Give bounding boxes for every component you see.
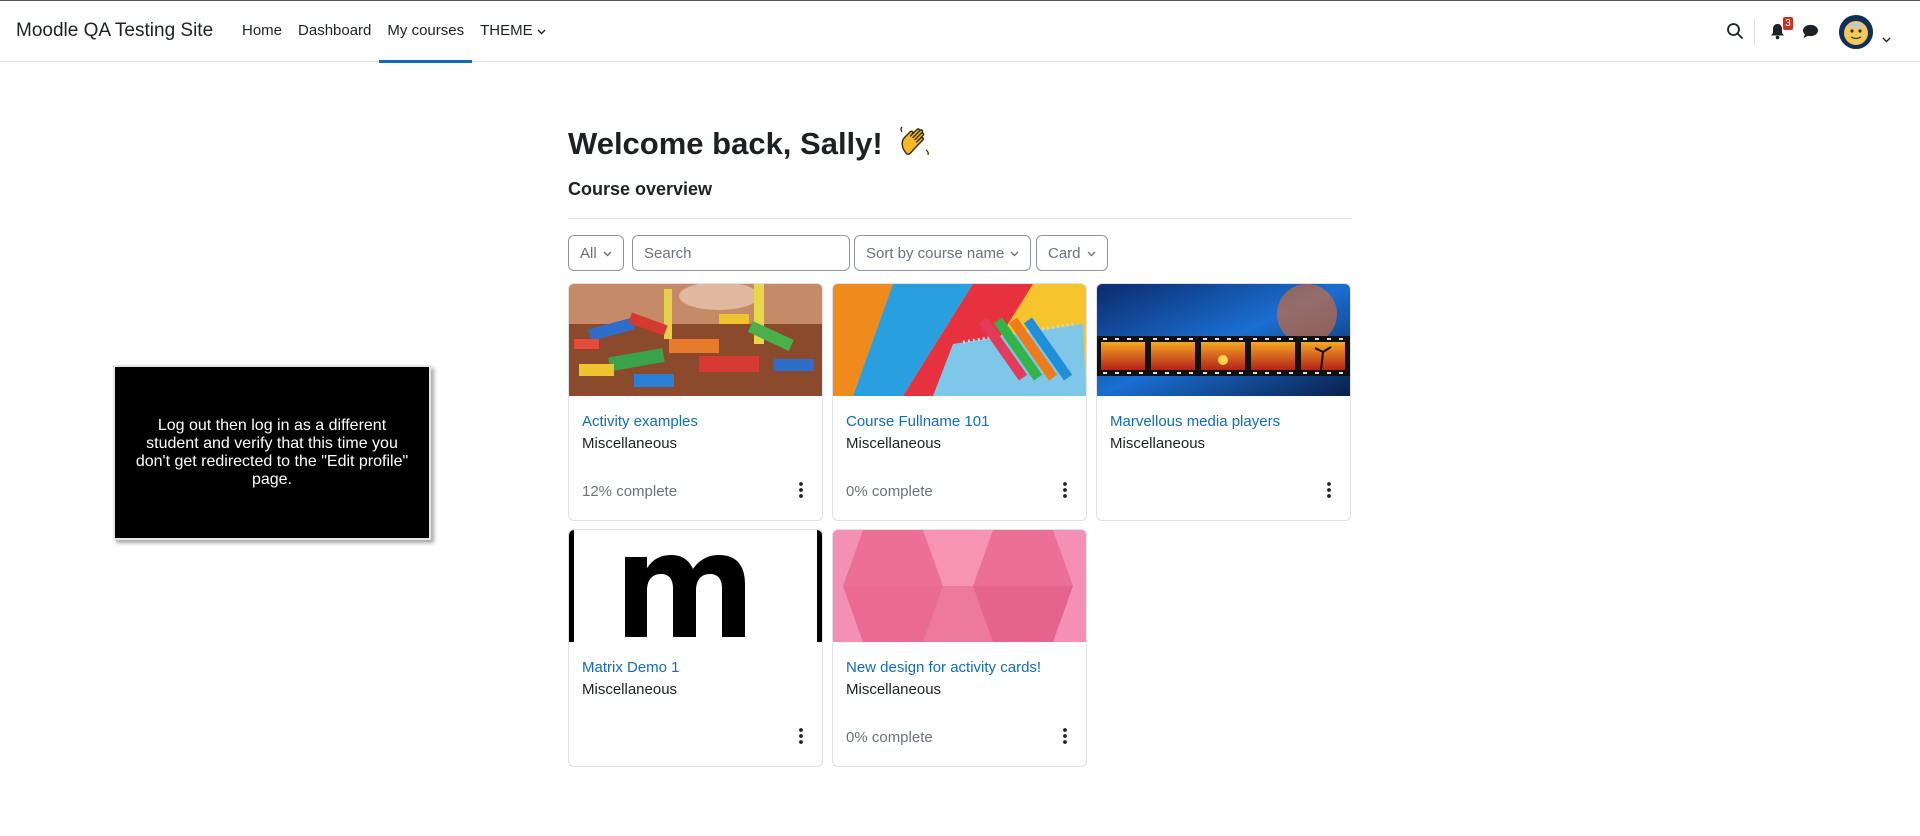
- view-label: Card: [1048, 245, 1081, 262]
- user-menu-chevron-down-icon[interactable]: [1882, 30, 1891, 48]
- course-progress: 0% complete: [846, 483, 933, 500]
- chevron-down-icon: [1010, 236, 1019, 270]
- nav-my-courses-label: My courses: [387, 22, 465, 39]
- course-search-input[interactable]: [632, 235, 850, 271]
- nav-my-courses[interactable]: My courses: [379, 1, 472, 63]
- course-name-link[interactable]: Activity examples: [582, 413, 698, 430]
- nav-home[interactable]: Home: [234, 1, 290, 62]
- chat-icon[interactable]: [1802, 24, 1819, 44]
- welcome-text: Welcome back, Sally!: [568, 126, 883, 161]
- nav-dashboard[interactable]: Dashboard: [290, 1, 379, 62]
- search-icon[interactable]: [1726, 22, 1744, 45]
- course-image-pink-geometric-pattern[interactable]: [833, 530, 1086, 642]
- site-name[interactable]: Moodle QA Testing Site: [16, 20, 213, 42]
- course-card: Activity examples Miscellaneous 12% comp…: [568, 283, 823, 521]
- course-category: Miscellaneous: [582, 435, 678, 452]
- view-dropdown[interactable]: Card: [1036, 235, 1108, 271]
- course-card: New design for activity cards! Miscellan…: [832, 529, 1087, 767]
- course-image-letter-m-logo[interactable]: [569, 530, 822, 642]
- nav-home-label: Home: [242, 22, 283, 39]
- nav-theme-dropdown[interactable]: THEME: [472, 1, 554, 62]
- course-progress: 0% complete: [846, 729, 933, 746]
- course-actions-kebab-icon[interactable]: [785, 720, 817, 752]
- chevron-down-icon: [537, 1, 546, 61]
- course-category: Miscellaneous: [846, 681, 942, 698]
- course-actions-kebab-icon[interactable]: [1049, 474, 1081, 506]
- grouping-dropdown[interactable]: All: [568, 235, 624, 271]
- course-card: Marvellous media players Miscellaneous: [1096, 283, 1351, 521]
- nav-theme-label: THEME: [480, 22, 533, 39]
- course-actions-kebab-icon[interactable]: [1313, 474, 1345, 506]
- test-instruction-overlay: Log out then log in as a different stude…: [113, 365, 431, 540]
- sort-dropdown[interactable]: Sort by course name: [854, 235, 1032, 271]
- nav-dashboard-label: Dashboard: [298, 22, 372, 39]
- avatar[interactable]: [1839, 15, 1873, 49]
- sort-label: Sort by course name: [866, 245, 1005, 262]
- section-divider: [568, 218, 1352, 219]
- course-name-link[interactable]: Marvellous media players: [1110, 413, 1280, 430]
- course-category: Miscellaneous: [1110, 435, 1206, 452]
- course-image-film-strip-sunsets[interactable]: [1097, 284, 1350, 396]
- course-name-link[interactable]: Course Fullname 101: [846, 413, 989, 430]
- top-navbar: Moodle QA Testing Site Home Dashboard My…: [0, 0, 1920, 63]
- chevron-down-icon: [1087, 236, 1096, 270]
- test-instruction-text: Log out then log in as a different stude…: [135, 416, 409, 488]
- course-card: Matrix Demo 1 Miscellaneous: [568, 529, 823, 767]
- waving-hand-icon: [897, 124, 933, 168]
- course-name-link[interactable]: Matrix Demo 1: [582, 659, 680, 676]
- grouping-label: All: [580, 245, 597, 262]
- course-actions-kebab-icon[interactable]: [785, 474, 817, 506]
- course-image-colored-paper-and-markers[interactable]: [833, 284, 1086, 396]
- primary-navigation: Home Dashboard My courses THEME: [234, 1, 554, 63]
- course-image-colored-wooden-blocks[interactable]: [569, 284, 822, 396]
- course-actions-kebab-icon[interactable]: [1049, 720, 1081, 752]
- welcome-heading: Welcome back, Sally!: [568, 124, 933, 168]
- navbar-divider: [1754, 19, 1755, 45]
- notification-count-badge: 3: [1783, 17, 1793, 30]
- course-progress: 12% complete: [582, 483, 678, 500]
- chevron-down-icon: [603, 236, 612, 270]
- course-category: Miscellaneous: [582, 681, 678, 698]
- course-card: Course Fullname 101 Miscellaneous 0% com…: [832, 283, 1087, 521]
- course-category: Miscellaneous: [846, 435, 942, 452]
- course-overview-heading: Course overview: [568, 179, 713, 199]
- course-name-link[interactable]: New design for activity cards!: [846, 659, 1041, 676]
